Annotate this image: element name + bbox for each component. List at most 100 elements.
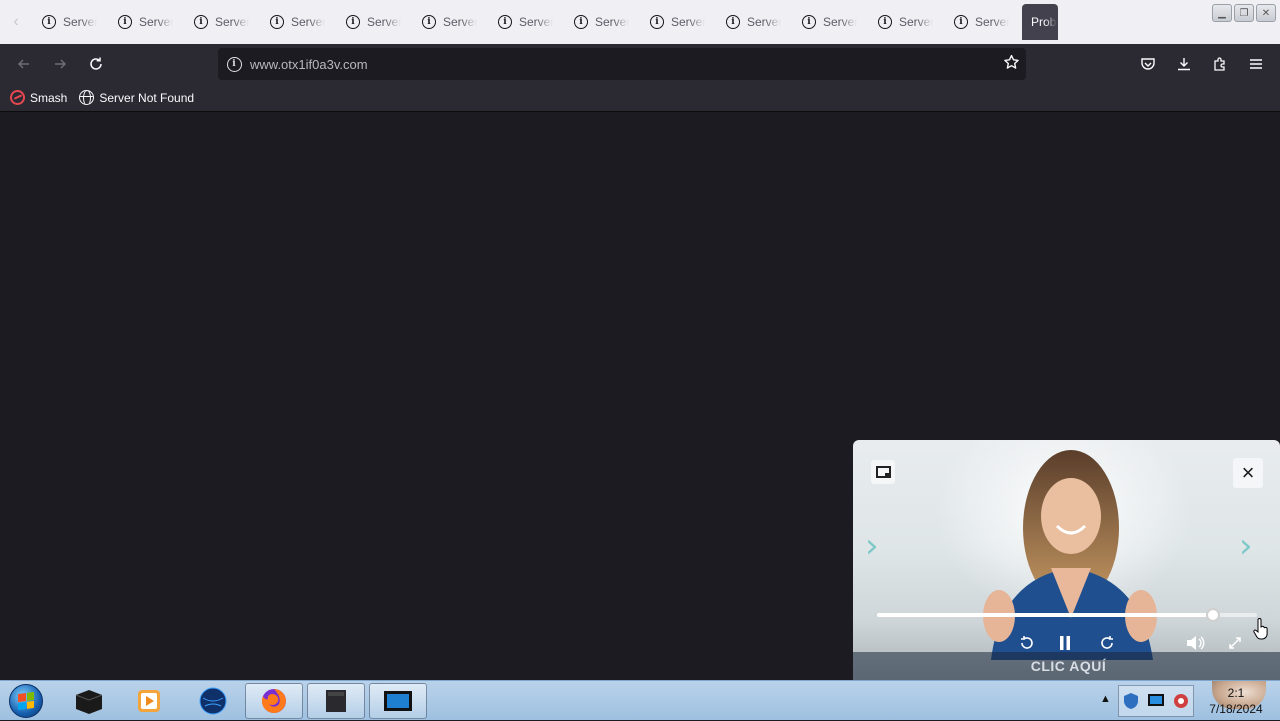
tray-expand-icon[interactable]: ▲	[1100, 693, 1111, 705]
picture-in-picture-button[interactable]	[871, 460, 895, 484]
download-icon	[1178, 58, 1190, 71]
tab-label: Server Not Found	[63, 15, 97, 29]
maximize-button[interactable]: ❐	[1234, 4, 1254, 22]
tab[interactable]: i Server Not Found	[716, 0, 792, 44]
url-bar[interactable]: i www.otx1if0a3v.com	[218, 48, 1026, 80]
tab[interactable]: i Server Not Found	[184, 0, 260, 44]
info-icon: i	[42, 15, 56, 29]
tab[interactable]: i Server Not Found	[944, 0, 1020, 44]
minimize-button[interactable]: ▁	[1212, 4, 1232, 22]
tab[interactable]: i Server Not Found	[868, 0, 944, 44]
volume-button[interactable]	[1183, 632, 1207, 654]
info-icon: i	[574, 15, 588, 29]
menu-button[interactable]	[1238, 48, 1274, 80]
taskbar-app-firefox[interactable]	[245, 683, 303, 719]
pause-button[interactable]	[1053, 632, 1077, 654]
reload-button[interactable]	[78, 48, 114, 80]
pocket-button[interactable]	[1130, 48, 1166, 80]
start-button[interactable]	[4, 681, 48, 721]
tab[interactable]: i Server Not Found	[260, 0, 336, 44]
video-popup[interactable]: × › › CLIC AQUÍ	[853, 440, 1280, 680]
smash-icon	[10, 90, 25, 105]
taskbar-app-window-2[interactable]	[369, 683, 427, 719]
info-icon: i	[498, 15, 512, 29]
black-box-icon	[75, 690, 103, 714]
tab-label: Server Not Found	[823, 15, 857, 29]
forward-arrow-icon	[55, 59, 67, 69]
tab-label: Server Not Found	[671, 15, 705, 29]
system-clock[interactable]: 2:1 7/18/2024	[1198, 681, 1274, 719]
tab[interactable]: i Server Not Found	[336, 0, 412, 44]
puzzle-icon	[1214, 57, 1225, 71]
taskbar-app-window-1[interactable]	[307, 683, 365, 719]
window-controls: ▁ ❐ ✕	[1212, 0, 1280, 22]
taskbar-app-browser-globe[interactable]	[184, 683, 242, 719]
windows-taskbar: ▲ 2:1 7/18/2024	[0, 680, 1280, 720]
info-icon: i	[878, 15, 892, 29]
volume-tray-icon[interactable]	[1172, 692, 1190, 710]
video-seek-bar[interactable]	[877, 608, 1257, 622]
volume-icon	[1187, 636, 1205, 650]
bookmark-label: Smash	[30, 90, 68, 105]
hamburger-icon	[1250, 59, 1262, 69]
bookmark-star-button[interactable]	[1003, 54, 1020, 76]
video-cta-banner[interactable]: CLIC AQUÍ	[853, 652, 1280, 680]
seek-handle[interactable]	[1206, 608, 1221, 622]
info-icon: i	[422, 15, 436, 29]
tab-list: i Server Not Found i Server Not Found i Serve…	[32, 0, 1020, 44]
rewind-button[interactable]	[1015, 632, 1039, 654]
forward-button[interactable]	[1095, 632, 1119, 654]
tab[interactable]: i Server Not Found	[640, 0, 716, 44]
tab[interactable]: i Server Not Found	[488, 0, 564, 44]
tab-label: Server Not Found	[595, 15, 629, 29]
tab-active[interactable]: Problem loading page	[1022, 4, 1058, 40]
forward-button[interactable]	[42, 48, 78, 80]
taskbar-app-terminal[interactable]	[60, 683, 118, 719]
close-video-button[interactable]: ×	[1233, 458, 1263, 488]
fast-forward-icon	[1101, 636, 1113, 649]
close-icon: ×	[1241, 460, 1255, 485]
tab-scroll-left-button[interactable]: ‹	[0, 0, 32, 44]
back-button[interactable]	[6, 48, 42, 80]
previous-arrow-icon[interactable]: ›	[865, 526, 879, 566]
seek-progress	[877, 613, 1214, 617]
info-icon: i	[118, 15, 132, 29]
pocket-icon	[1141, 58, 1155, 70]
monitor-icon	[384, 691, 412, 711]
pip-icon	[875, 466, 891, 478]
clock-date: 7/18/2024	[1209, 702, 1263, 716]
tab-label: Server Not Found	[519, 15, 553, 29]
extensions-button[interactable]	[1202, 48, 1238, 80]
site-info-button[interactable]: i	[218, 56, 250, 72]
close-window-button[interactable]: ✕	[1256, 4, 1276, 22]
network-monitor-icon[interactable]	[1146, 692, 1166, 710]
back-arrow-icon	[17, 59, 29, 69]
next-arrow-icon[interactable]: ›	[1239, 526, 1253, 566]
clock-time: 2:1	[1227, 686, 1245, 700]
firefox-icon	[261, 689, 286, 713]
tab-label: Server Not Found	[139, 15, 173, 29]
info-icon: i	[802, 15, 816, 29]
windows-logo-icon	[9, 684, 43, 718]
bookmark-smash[interactable]: Smash	[10, 90, 67, 105]
shield-tray-icon[interactable]	[1122, 692, 1140, 710]
bookmark-server-not-found[interactable]: Server Not Found	[79, 90, 194, 105]
tab-label: Server Not Found	[215, 15, 249, 29]
info-icon: i	[194, 15, 208, 29]
tab-label: Server Not Found	[443, 15, 477, 29]
tab-label: Server Not Found	[747, 15, 781, 29]
tab[interactable]: i Server Not Found	[32, 0, 108, 44]
tab[interactable]: i Server Not Found	[792, 0, 868, 44]
url-text[interactable]: www.otx1if0a3v.com	[250, 57, 368, 72]
downloads-button[interactable]	[1166, 48, 1202, 80]
taskbar-app-media-player[interactable]	[120, 683, 178, 719]
info-icon: i	[726, 15, 740, 29]
fullscreen-button[interactable]	[1223, 632, 1247, 654]
hand-cursor-icon	[1253, 618, 1268, 640]
toolbar-right	[1130, 48, 1274, 80]
tab[interactable]: i Server Not Found	[108, 0, 184, 44]
bookmark-label: Server Not Found	[99, 90, 195, 105]
tab[interactable]: i Server Not Found	[564, 0, 640, 44]
globe-app-icon	[199, 687, 227, 715]
tab[interactable]: i Server Not Found	[412, 0, 488, 44]
